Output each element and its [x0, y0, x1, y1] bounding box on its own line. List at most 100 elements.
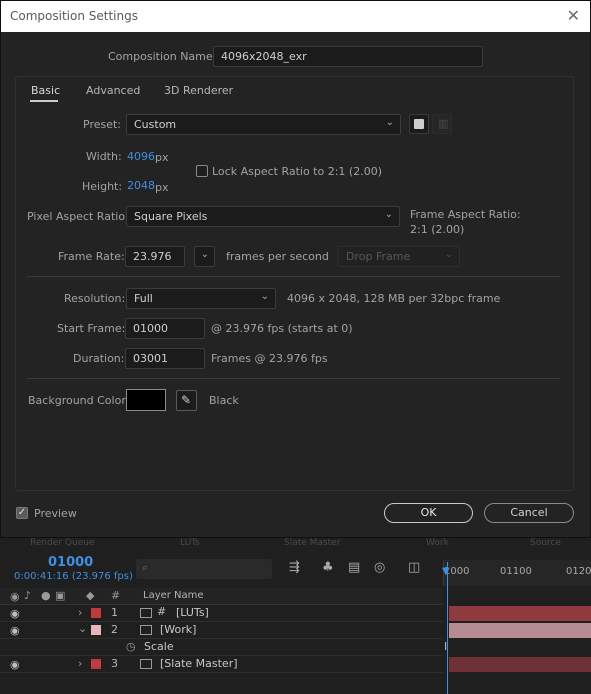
start-frame-label: Start Frame: [57, 322, 126, 335]
preset-value: Custom [134, 118, 177, 131]
duration-label: Duration: [73, 352, 125, 365]
chevron-right-icon[interactable]: › [78, 606, 82, 619]
comp-icon [140, 625, 152, 635]
frame-blending-icon[interactable]: ▤ [348, 560, 360, 575]
height-unit: px [155, 181, 169, 194]
label-color-swatch[interactable] [91, 625, 101, 635]
motion-blur-icon[interactable]: ◎ [374, 560, 385, 575]
label-color-swatch[interactable] [91, 608, 101, 618]
eye-icon[interactable]: ◉ [10, 607, 20, 620]
tab-advanced[interactable]: Advanced [86, 84, 140, 97]
property-name: Scale [144, 640, 174, 653]
eyedropper-button[interactable]: ✎ [176, 390, 197, 411]
property-row[interactable]: ◷ Scale [0, 639, 443, 656]
timeline-search[interactable]: ⌕ [136, 559, 272, 579]
audio-column-icon: ♪ [24, 589, 32, 602]
composition-name-label: Composition Name: [108, 50, 217, 63]
search-icon: ⌕ [142, 561, 149, 574]
luts-tab[interactable]: LUTs [180, 538, 200, 546]
chevron-down-icon: ⌄ [200, 249, 209, 260]
composition-name-input[interactable]: 4096x2048_exr [213, 46, 483, 67]
playhead-handle-icon[interactable]: ▼ [442, 566, 450, 577]
layer-row[interactable]: ◉ › 3 [Slate Master] [0, 656, 443, 673]
pixel-aspect-label: Pixel Aspect Ratio: [27, 210, 129, 223]
source-frame-tab[interactable]: Source Frame [530, 538, 591, 546]
layer-bar[interactable] [449, 606, 591, 621]
playhead[interactable] [447, 562, 448, 694]
height-value[interactable]: 2048 [127, 179, 155, 192]
lock-aspect-label: Lock Aspect Ratio to 2:1 (2.00) [212, 165, 382, 178]
pixel-aspect-value: Square Pixels [134, 210, 208, 223]
stopwatch-icon[interactable]: ◷ [126, 640, 136, 653]
label-color-swatch[interactable] [91, 659, 101, 669]
trash-icon: ▥ [438, 117, 449, 130]
current-frame[interactable]: 01000 [48, 555, 93, 570]
eye-icon[interactable]: ◉ [10, 658, 20, 671]
preset-dropdown[interactable]: Custom ⌄ [126, 114, 401, 135]
timecode: 0:00:41:16 (23.976 fps) [14, 571, 133, 582]
preview-checkbox[interactable]: ✓ [16, 507, 28, 519]
eyedropper-icon: ✎ [181, 393, 192, 407]
ok-button[interactable]: OK [384, 503, 473, 523]
slate-master-tab[interactable]: Slate Master [284, 538, 340, 546]
layer-header-row: ◉ ♪ ● ▣ ◆ # Layer Name [0, 588, 443, 605]
chevron-down-icon[interactable]: ⌄ [78, 622, 87, 635]
width-value[interactable]: 4096 [127, 150, 155, 163]
close-icon[interactable]: ✕ [567, 6, 580, 25]
pixel-aspect-dropdown[interactable]: Square Pixels ⌄ [126, 206, 400, 227]
chevron-down-icon: ⌄ [385, 117, 394, 128]
frame-rate-dropdown[interactable]: ⌄ [194, 246, 215, 267]
comp-icon [140, 608, 152, 618]
tab-basic[interactable]: Basic [31, 84, 60, 97]
layer-bar[interactable] [449, 623, 591, 638]
height-label: Height: [82, 180, 123, 193]
layer-bar[interactable] [449, 657, 591, 672]
lock-aspect-checkbox[interactable] [196, 165, 208, 177]
checkmark-icon: ✓ [17, 507, 27, 518]
eye-icon[interactable]: ◉ [10, 624, 20, 637]
layer-name[interactable]: [Slate Master] [160, 657, 238, 670]
eye-column-icon: ◉ [10, 590, 20, 603]
chevron-down-icon: ⌄ [444, 249, 453, 260]
chevron-down-icon: ⌄ [260, 291, 269, 302]
width-unit: px [155, 151, 169, 164]
ruler-label: 0120 [566, 566, 591, 577]
divider [27, 276, 560, 277]
comp-icon [140, 659, 152, 669]
delete-preset-button[interactable]: ▥ [432, 114, 452, 134]
draft-3d-icon[interactable]: ♣ [322, 560, 334, 575]
background-color-swatch[interactable] [126, 389, 166, 411]
layer-name[interactable]: [Work] [160, 623, 196, 636]
lock-column-icon: ▣ [55, 589, 66, 602]
cancel-button[interactable]: Cancel [484, 503, 574, 523]
number-column: # [111, 589, 121, 602]
layer-row[interactable]: ◉ ⌄ 2 [Work] [0, 622, 443, 639]
frame-rate-label: Frame Rate: [58, 250, 125, 263]
drop-frame-dropdown[interactable]: Drop Frame ⌄ [338, 246, 460, 267]
chevron-down-icon: ⌄ [384, 209, 393, 220]
save-preset-button[interactable] [409, 114, 429, 134]
background-color-label: Background Color: [28, 394, 130, 407]
adjustment-icon: # [157, 605, 167, 618]
layer-name[interactable]: [LUTs] [176, 606, 209, 619]
tab-3d-renderer[interactable]: 3D Renderer [164, 84, 233, 97]
comp-flowchart-icon[interactable]: ◫ [408, 560, 420, 575]
frame-aspect-label: Frame Aspect Ratio: [410, 208, 521, 221]
label-column-icon: ◆ [86, 589, 95, 602]
preset-label: Preset: [83, 118, 122, 131]
duration-input[interactable]: 03001 [125, 348, 205, 369]
layer-row[interactable]: ◉ › 1 # [LUTs] [0, 605, 443, 622]
start-frame-input[interactable]: 01000 [125, 318, 205, 339]
drop-frame-value: Drop Frame [346, 250, 411, 263]
background-color-name: Black [209, 394, 239, 407]
duration-info: Frames @ 23.976 fps [211, 352, 328, 365]
render-queue-tab[interactable]: Render Queue [30, 538, 94, 546]
save-preset-icon [414, 119, 424, 129]
chevron-right-icon[interactable]: › [78, 657, 82, 670]
resolution-dropdown[interactable]: Full ⌄ [126, 288, 276, 309]
frame-rate-input[interactable]: 23.976 [125, 246, 185, 267]
work-tab[interactable]: Work [426, 538, 449, 546]
resolution-value: Full [134, 292, 153, 305]
frame-rate-unit: frames per second [226, 250, 329, 263]
graph-editor-icon[interactable]: ⇶ [289, 560, 300, 575]
